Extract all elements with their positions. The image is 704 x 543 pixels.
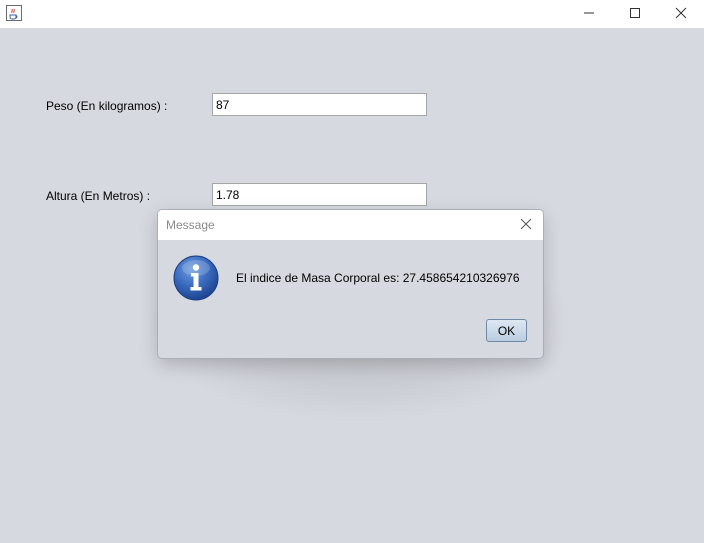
information-icon [172, 254, 220, 302]
altura-label: Altura (En Metros) : [46, 189, 151, 203]
dialog-title: Message [166, 218, 215, 232]
peso-input[interactable] [212, 93, 427, 116]
window-titlebar[interactable] [0, 0, 704, 28]
minimize-button[interactable] [566, 0, 612, 28]
app-window: Peso (En kilogramos) : Altura (En Metros… [0, 0, 704, 543]
message-dialog: Message El indice de Masa Corporal es: 2… [157, 209, 544, 359]
close-icon [520, 218, 532, 233]
ok-button[interactable]: OK [486, 319, 527, 342]
maximize-button[interactable] [612, 0, 658, 28]
dialog-close-button[interactable] [515, 215, 537, 235]
dialog-titlebar[interactable]: Message [158, 210, 543, 240]
maximize-icon [629, 7, 641, 22]
java-cup-icon[interactable] [6, 5, 22, 21]
dialog-message: El indice de Masa Corporal es: 27.458654… [236, 271, 520, 285]
peso-label: Peso (En kilogramos) : [46, 99, 168, 113]
minimize-icon [583, 7, 595, 22]
close-icon [675, 7, 687, 22]
altura-input[interactable] [212, 183, 427, 206]
close-button[interactable] [658, 0, 704, 28]
